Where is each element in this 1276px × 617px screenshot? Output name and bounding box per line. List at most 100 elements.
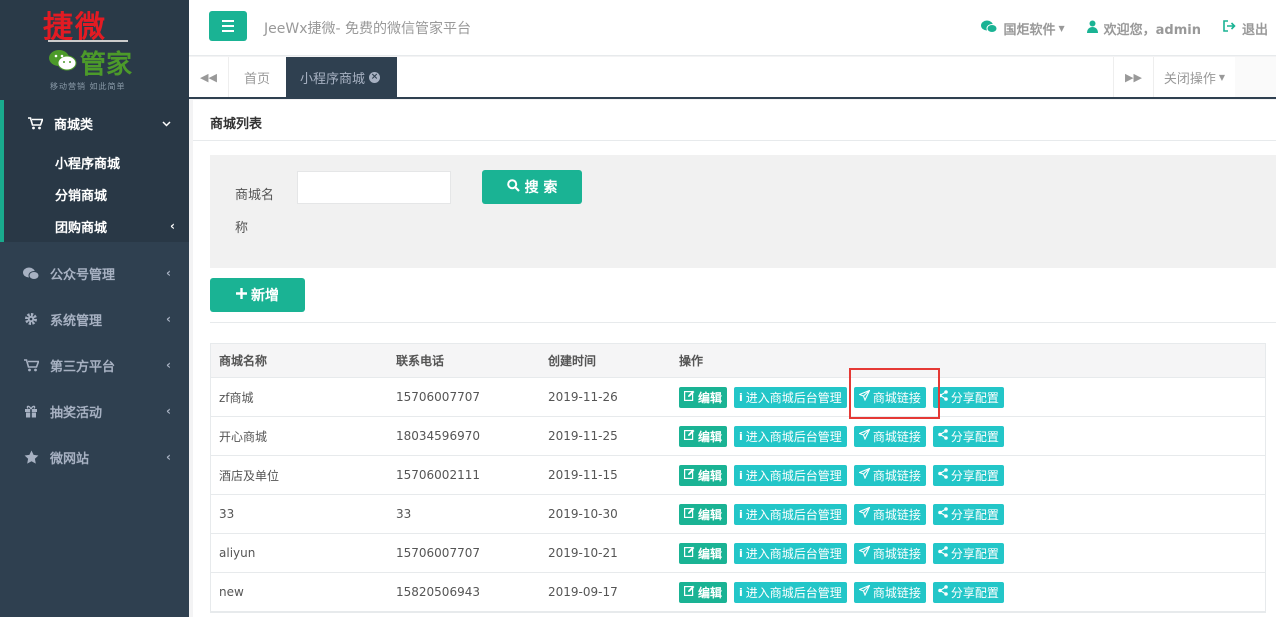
mall-link-button[interactable]: 商城链接	[853, 425, 926, 447]
share-config-button[interactable]: 分享配置	[932, 386, 1004, 408]
manage-backend-button[interactable]: i 进入商城后台管理	[734, 581, 847, 603]
sidebar-subitem-distribution-mall[interactable]: 分销商城	[4, 178, 189, 210]
header-actions: 国炬软件 ▼ 欢迎您，admin 退出	[981, 0, 1276, 56]
tab-scroll-left-button[interactable]: ◀◀	[189, 57, 229, 97]
sidebar-item-system[interactable]: 系统管理 ‹	[0, 296, 189, 342]
mall-link-button[interactable]: 商城链接	[853, 503, 926, 525]
backward-icon: ◀◀	[200, 70, 217, 84]
tab-mini-mall[interactable]: 小程序商城 ×	[286, 57, 397, 97]
wechat-logo-icon	[49, 50, 77, 71]
edit-button[interactable]: 编辑	[679, 542, 728, 564]
vendor-dropdown[interactable]: 国炬软件 ▼	[981, 19, 1065, 38]
share-config-button[interactable]: 分享配置	[932, 425, 1004, 447]
manage-backend-button[interactable]: i 进入商城后台管理	[734, 386, 847, 408]
sidebar-subitem-label: 分销商城	[55, 188, 108, 204]
sidebar-item-microsite[interactable]: 微网站 ‹	[0, 434, 189, 480]
cell-name: 酒店及单位	[219, 468, 280, 483]
share-icon	[938, 585, 948, 599]
tab-home[interactable]: 首页	[230, 57, 286, 97]
edit-button[interactable]: 编辑	[679, 386, 728, 408]
mall-link-button[interactable]: 商城链接	[853, 386, 926, 408]
mall-link-button[interactable]: 商城链接	[853, 464, 926, 486]
share-config-button[interactable]: 分享配置	[932, 581, 1004, 603]
edit-button[interactable]: 编辑	[679, 425, 728, 447]
edit-button[interactable]: 编辑	[679, 464, 728, 486]
sidebar-subitem-mini-mall[interactable]: 小程序商城	[4, 146, 189, 178]
app-title: JeeWx捷微- 免费的微信管家平台	[264, 21, 471, 37]
cell-name: new	[219, 585, 244, 599]
search-panel: 商城名称 搜 索	[210, 155, 1276, 268]
close-operations-dropdown[interactable]: 关闭操作 ▼	[1153, 57, 1235, 97]
sidebar-item-mall[interactable]: 商城类	[4, 100, 189, 146]
edit-label: 编辑	[698, 507, 723, 522]
manage-backend-button[interactable]: i 进入商城后台管理	[734, 542, 847, 564]
manage-label: 进入商城后台管理	[745, 468, 842, 483]
sidebar-item-label: 公众号管理	[50, 267, 116, 283]
table-row: aliyun 15706007707 2019-10-21 编辑 i 进入商城后…	[211, 534, 1265, 573]
sidebar-item-third-party[interactable]: 第三方平台 ‹	[0, 342, 189, 388]
info-icon: i	[739, 429, 743, 443]
edit-button[interactable]: 编辑	[679, 503, 728, 525]
info-icon: i	[739, 468, 743, 482]
send-icon	[857, 506, 871, 521]
edit-label: 编辑	[698, 429, 723, 444]
close-icon[interactable]: ×	[369, 71, 381, 83]
mall-table: 商城名称 联系电话 创建时间 操作 zf商城 15706007707 2019-…	[210, 343, 1266, 613]
search-button[interactable]: 搜 索	[482, 170, 582, 204]
send-icon	[857, 389, 871, 404]
sidebar-subitem-label: 小程序商城	[55, 156, 121, 172]
cell-date: 2019-10-21	[548, 546, 618, 560]
add-button[interactable]: 新增	[210, 278, 305, 312]
column-header-phone: 联系电话	[396, 354, 445, 368]
manage-label: 进入商城后台管理	[745, 546, 842, 561]
mall-link-button[interactable]: 商城链接	[853, 542, 926, 564]
share-config-button[interactable]: 分享配置	[932, 503, 1004, 525]
caret-down-icon: ▼	[1218, 72, 1226, 82]
link-label: 商城链接	[872, 468, 921, 483]
column-header-date: 创建时间	[548, 354, 597, 368]
sidebar-item-label: 抽奖活动	[50, 405, 103, 421]
page-title: 商城列表	[193, 100, 1276, 141]
info-icon: i	[739, 546, 743, 560]
add-button-label: 新增	[251, 288, 279, 304]
wechat-icon	[22, 267, 40, 280]
table-row: 开心商城 18034596970 2019-11-25 编辑 i 进入商城后台管…	[211, 417, 1265, 456]
share-config-button[interactable]: 分享配置	[932, 464, 1004, 486]
edit-label: 编辑	[698, 585, 723, 600]
edit-label: 编辑	[698, 390, 723, 405]
menu-toggle-button[interactable]	[209, 11, 247, 41]
column-header-actions: 操作	[679, 354, 704, 368]
manage-backend-button[interactable]: i 进入商城后台管理	[734, 503, 847, 525]
mall-name-search-input[interactable]	[297, 171, 451, 204]
link-label: 商城链接	[872, 546, 921, 561]
tab-bar: ◀◀ 首页 小程序商城 × ▶▶ 关闭操作 ▼	[189, 57, 1276, 99]
manage-backend-button[interactable]: i 进入商城后台管理	[734, 425, 847, 447]
edit-icon	[684, 429, 695, 443]
edit-icon	[684, 585, 695, 599]
edit-button[interactable]: 编辑	[679, 581, 728, 603]
share-config-button[interactable]: 分享配置	[932, 542, 1004, 564]
cell-actions: 编辑 i 进入商城后台管理 商城链接 分享配置	[671, 503, 1265, 525]
cell-actions: 编辑 i 进入商城后台管理 商城链接 分享配置	[671, 542, 1265, 564]
welcome-label: 欢迎您，admin	[1103, 22, 1201, 38]
gear-icon	[22, 312, 40, 326]
user-welcome[interactable]: 欢迎您，admin	[1086, 19, 1201, 38]
share-icon	[938, 390, 948, 404]
manage-backend-button[interactable]: i 进入商城后台管理	[734, 464, 847, 486]
logo-slogan: 移动营销 如此简单	[50, 82, 126, 91]
edit-label: 编辑	[698, 468, 723, 483]
tab-scroll-right-button[interactable]: ▶▶	[1113, 57, 1153, 97]
cell-phone: 15706007707	[396, 546, 480, 560]
share-label: 分享配置	[950, 468, 999, 483]
table-row: new 15820506943 2019-09-17 编辑 i 进入商城后台管理	[211, 573, 1265, 612]
cell-date: 2019-11-26	[548, 390, 618, 404]
column-header-name: 商城名称	[219, 354, 268, 368]
chevron-down-icon	[162, 116, 171, 130]
cell-date: 2019-11-25	[548, 429, 618, 443]
sidebar-item-lottery[interactable]: 抽奖活动 ‹	[0, 388, 189, 434]
mall-link-button[interactable]: 商城链接	[853, 581, 926, 603]
sidebar-subitem-group-mall[interactable]: 团购商城 ‹	[4, 210, 189, 242]
cart-icon	[22, 358, 40, 372]
sidebar-item-wechat[interactable]: 公众号管理 ‹	[0, 250, 189, 296]
logout-link[interactable]: 退出	[1223, 19, 1268, 38]
